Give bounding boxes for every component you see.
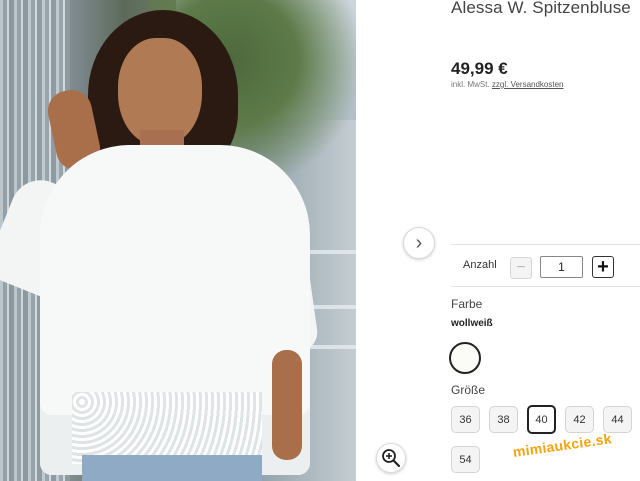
- quantity-increase-button[interactable]: +: [592, 256, 614, 278]
- size-option[interactable]: 44: [603, 406, 632, 433]
- size-option[interactable]: 36: [451, 406, 480, 433]
- selected-color-name: wollweiß: [451, 318, 493, 329]
- zoom-button[interactable]: [376, 443, 406, 473]
- size-option[interactable]: 38: [489, 406, 518, 433]
- vat-note: inkl. MwSt. zzgl. Versandkosten: [451, 80, 564, 89]
- color-label: Farbe: [451, 297, 483, 311]
- model-jeans: [82, 455, 262, 481]
- quantity-decrease-button[interactable]: −: [510, 257, 532, 279]
- product-image[interactable]: [0, 0, 356, 481]
- chevron-right-icon: ›: [415, 232, 423, 254]
- quantity-label: Anzahl: [463, 259, 497, 271]
- watermark-text: mimiaukcie.sk: [511, 430, 613, 460]
- vat-text: inkl. MwSt.: [451, 80, 490, 89]
- divider: [451, 244, 640, 245]
- quantity-input[interactable]: [540, 256, 583, 278]
- size-option[interactable]: 54: [451, 446, 480, 473]
- minus-icon: −: [516, 259, 526, 276]
- shipping-cost-link[interactable]: zzgl. Versandkosten: [492, 80, 564, 89]
- size-option[interactable]: 42: [565, 406, 594, 433]
- divider: [451, 286, 640, 287]
- blouse-lace-hem: [72, 392, 262, 464]
- plus-icon: +: [597, 255, 609, 278]
- product-price: 49,99 €: [451, 59, 508, 78]
- size-label: Größe: [451, 383, 486, 397]
- size-option-selected[interactable]: 40: [527, 405, 556, 434]
- model-hand: [272, 350, 302, 460]
- color-swatch-wollweiss[interactable]: [449, 342, 481, 374]
- zoom-in-icon: [382, 449, 401, 468]
- next-image-button[interactable]: ›: [403, 227, 435, 259]
- product-title: Alessa W. Spitzenbluse: [451, 0, 631, 17]
